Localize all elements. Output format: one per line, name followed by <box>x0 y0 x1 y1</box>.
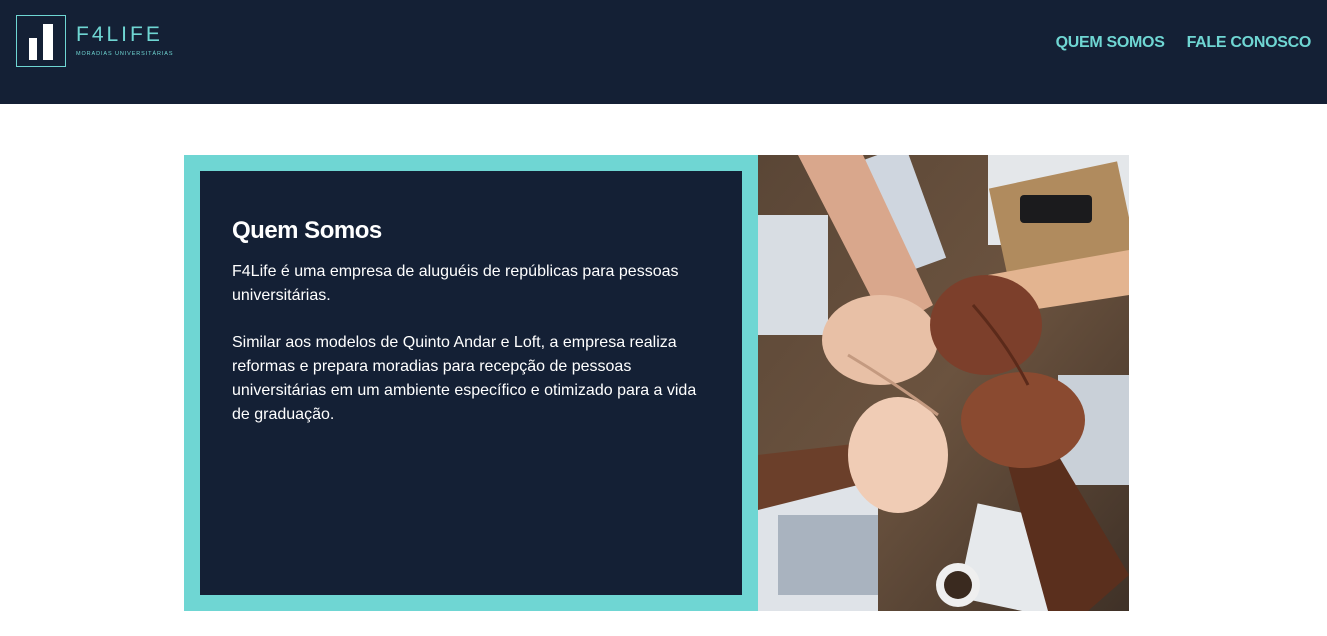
about-paragraph-1: F4Life é uma empresa de aluguéis de repú… <box>232 263 679 304</box>
about-frame: Quem Somos F4Life é uma empresa de alugu… <box>184 155 758 611</box>
nav-link-quem-somos[interactable]: QUEM SOMOS <box>1056 33 1165 53</box>
about-paragraph-2: Similar aos modelos de Quinto Andar e Lo… <box>232 334 697 423</box>
logo-text: F4LIFE MORADIAS UNIVERSITÁRIAS <box>76 24 173 58</box>
team-hands-image <box>758 155 1129 611</box>
about-card: Quem Somos F4Life é uma empresa de alugu… <box>200 171 742 595</box>
navbar: F4LIFE MORADIAS UNIVERSITÁRIAS QUEM SOMO… <box>0 0 1327 104</box>
about-section: Quem Somos F4Life é uma empresa de alugu… <box>184 155 1129 611</box>
brand-tagline: MORADIAS UNIVERSITÁRIAS <box>76 51 174 57</box>
logo-bars-icon <box>16 15 66 67</box>
about-title: Quem Somos <box>232 217 382 244</box>
brand-logo[interactable]: F4LIFE MORADIAS UNIVERSITÁRIAS <box>16 15 173 69</box>
logo-bar-tall <box>43 24 53 60</box>
nav-menu: QUEM SOMOS FALE CONOSCO <box>1056 33 1312 53</box>
logo-bar-short <box>29 38 37 60</box>
nav-link-fale-conosco[interactable]: FALE CONOSCO <box>1187 33 1312 53</box>
brand-name: F4LIFE <box>76 23 163 46</box>
